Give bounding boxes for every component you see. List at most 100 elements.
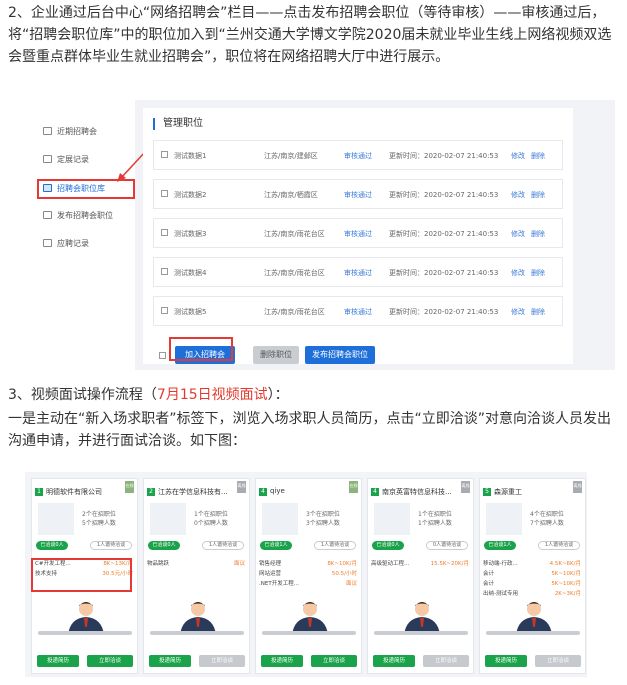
submit-resume-button[interactable]: 投递简历: [149, 655, 191, 667]
job-title: 网站运营: [259, 571, 282, 577]
delete-job-button[interactable]: 删除职位: [253, 346, 299, 364]
booth-number: 4: [259, 488, 267, 496]
talked-count-badge: 已洽谈1人: [260, 541, 292, 550]
job-status: 审核通过: [344, 152, 372, 160]
job-updated-time: 更新时间：2020-02-07 21:40:53: [389, 308, 499, 316]
company-card[interactable]: 离线 5 森源重工 4个在招职位 7个招聘人数 已洽谈1人 1人邀待洽谈 移动端-行政... 4…: [479, 478, 586, 674]
company-card[interactable]: 在线 4 qiye 3个在招职位 3个招聘人数 已洽谈1人 1人邀待洽谈 销售经理 8K~10K…: [255, 478, 362, 674]
folder-icon: [43, 239, 52, 247]
company-name: 明德软件有限公司: [46, 488, 102, 496]
waiting-count-badge: 1人邀待洽谈: [314, 541, 356, 550]
submit-resume-button[interactable]: 投递简历: [261, 655, 303, 667]
talk-now-button[interactable]: 立即洽谈: [87, 655, 133, 667]
open-positions: 1个在招职位: [194, 511, 228, 518]
talk-now-button[interactable]: 立即洽谈: [311, 655, 357, 667]
job-name: 测试数据5: [174, 308, 207, 316]
job-title: .NET开发工程...: [259, 581, 299, 587]
job-updated-time: 更新时间：2020-02-07 21:40:53: [389, 269, 499, 277]
desk-shape: [262, 631, 356, 635]
job-item[interactable]: 高级驱动工程... 15.5K~20K/月: [371, 559, 471, 569]
job-salary: 5K~10K/月: [551, 581, 581, 587]
hiring-count: 1个招聘人数: [418, 520, 452, 527]
job-row: 测试数据5 江苏/南京/雨花台区 审核通过 更新时间：2020-02-07 21:40…: [153, 296, 563, 326]
job-location: 江苏/南京/雨花台区: [264, 230, 325, 238]
job-salary: 50.5/小时: [331, 571, 357, 577]
edit-link[interactable]: 修改: [511, 307, 525, 317]
row-checkbox[interactable]: [161, 307, 168, 314]
desk-shape: [38, 631, 132, 635]
talk-now-button[interactable]: 立即洽谈: [199, 655, 245, 667]
sidebar-item-recent-fairs[interactable]: 近期招聘会: [43, 124, 97, 140]
interviewer-avatar-icon: [516, 602, 552, 635]
company-card[interactable]: 离线 4 南京英富特信息科技... 1个在招职位 1个招聘人数 已洽谈0人 0人邀待洽谈 高级…: [367, 478, 474, 674]
company-logo-icon: [150, 503, 186, 535]
edit-link[interactable]: 修改: [511, 190, 525, 200]
edit-link[interactable]: 修改: [511, 151, 525, 161]
hiring-count: 5个招聘人数: [82, 520, 116, 527]
delete-link[interactable]: 删除: [531, 229, 545, 239]
talk-now-button[interactable]: 立即洽谈: [423, 655, 469, 667]
delete-link[interactable]: 删除: [531, 307, 545, 317]
submit-resume-button[interactable]: 投递简历: [373, 655, 415, 667]
sidebar-item-application-records[interactable]: 应聘记录: [43, 236, 89, 252]
job-salary: 4.5K~6K/月: [549, 561, 581, 567]
talk-now-button[interactable]: 立即洽谈: [535, 655, 581, 667]
job-item[interactable]: 出纳-测试专用 2K~3K/月: [483, 589, 583, 599]
job-item[interactable]: 移动端-行政... 4.5K~6K/月: [483, 559, 583, 569]
online-status-tag: 离线: [573, 481, 582, 493]
sidebar-item-publish-job[interactable]: 发布招聘会职位: [43, 208, 113, 224]
job-title: 物品跳跃: [147, 561, 170, 567]
manage-jobs-panel: 管理职位 测试数据1 江苏/南京/建邺区 审核通过 更新时间：2020-02-07 2…: [143, 108, 573, 364]
highlight-box-add-button: [169, 337, 233, 361]
job-row: 测试数据1 江苏/南京/建邺区 审核通过 更新时间：2020-02-07 21:40:…: [153, 140, 563, 170]
open-positions: 1个在招职位: [418, 511, 452, 518]
edit-link[interactable]: 修改: [511, 229, 525, 239]
waiting-count-badge: 1人邀待洽谈: [538, 541, 580, 550]
job-title: 高级驱动工程...: [371, 561, 410, 567]
job-title: 移动端-行政...: [483, 561, 518, 567]
company-logo-icon: [38, 503, 74, 535]
delete-link[interactable]: 删除: [531, 151, 545, 161]
job-salary: 2K~3K/月: [554, 591, 581, 597]
desk-shape: [150, 631, 244, 635]
calendar-icon: [43, 127, 52, 135]
job-name: 测试数据4: [174, 269, 207, 277]
submit-resume-button[interactable]: 投递简历: [37, 655, 79, 667]
row-checkbox[interactable]: [161, 229, 168, 236]
row-checkbox[interactable]: [161, 151, 168, 158]
upload-icon: [43, 211, 52, 219]
hiring-count: 7个招聘人数: [530, 520, 564, 527]
interviewer-avatar-icon: [292, 602, 328, 635]
paragraph-step2: 2、企业通过后台中心“网络招聘会”栏目——点击发布招聘会职位（等待审核）——审核…: [8, 5, 612, 65]
job-item[interactable]: 会计 5K~10K/月: [483, 569, 583, 579]
delete-link[interactable]: 删除: [531, 190, 545, 200]
job-item[interactable]: 物品跳跃 面议: [147, 559, 247, 569]
job-name: 测试数据1: [174, 152, 207, 160]
online-status-tag: 离线: [237, 481, 246, 493]
job-salary: 8K~10K/月: [327, 561, 357, 567]
company-card[interactable]: 离线 2 江苏在学信息科技有... 1个在招职位 0个招聘人数 已洽谈0人 1人邀待洽谈 物品…: [143, 478, 250, 674]
job-title: 出纳-测试专用: [483, 591, 518, 597]
row-checkbox[interactable]: [161, 268, 168, 275]
job-item[interactable]: 会计 5K~10K/月: [483, 579, 583, 589]
talked-count-badge: 已洽谈0人: [36, 541, 68, 550]
company-name: 南京英富特信息科技...: [382, 488, 452, 496]
select-all-checkbox[interactable]: [159, 352, 166, 359]
publish-job-button[interactable]: 发布招聘会职位: [305, 346, 375, 364]
submit-resume-button[interactable]: 投递简历: [485, 655, 527, 667]
admin-screenshot: 近期招聘会 定展记录 招聘会职位库 发布招聘会职位 应聘记录 管理职位 测试数据…: [35, 100, 615, 370]
delete-link[interactable]: 删除: [531, 268, 545, 278]
job-salary: 15.5K~20K/月: [430, 561, 469, 567]
job-title: 销售经理: [259, 561, 282, 567]
company-cards-screenshot: 在线 1 明德软件有限公司 2个在招职位 5个招聘人数 已洽谈0人 1人邀待洽谈 C#开发工程…: [25, 472, 587, 677]
job-item[interactable]: 销售经理 8K~10K/月: [259, 559, 359, 569]
open-positions: 2个在招职位: [82, 511, 116, 518]
job-item[interactable]: 网站运营 50.5/小时: [259, 569, 359, 579]
job-updated-time: 更新时间：2020-02-07 21:40:53: [389, 191, 499, 199]
job-item[interactable]: .NET开发工程... 面议: [259, 579, 359, 589]
edit-link[interactable]: 修改: [511, 268, 525, 278]
sidebar-item-booking-records[interactable]: 定展记录: [43, 152, 89, 168]
row-checkbox[interactable]: [161, 190, 168, 197]
company-name: 江苏在学信息科技有...: [158, 488, 228, 496]
interviewer-avatar-icon: [404, 602, 440, 635]
